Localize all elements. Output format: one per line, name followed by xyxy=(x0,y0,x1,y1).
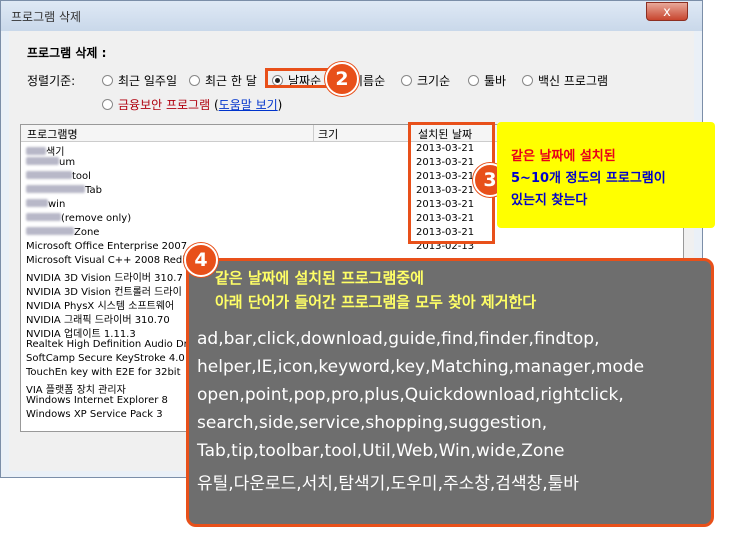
option-label: 최근 한 달 xyxy=(205,74,257,88)
redacted-name xyxy=(26,171,72,179)
program-name: tool xyxy=(72,171,91,182)
option-label: 최근 일주일 xyxy=(118,74,178,88)
table-row[interactable]: Microsoft Office Enterprise 2007 2013-02-… xyxy=(21,241,683,255)
callout-line-2-text: 5~10개 정도의 xyxy=(511,171,606,186)
help-link[interactable]: 도움말 보기 xyxy=(219,98,278,112)
option-label: 금융보안 프로그램 xyxy=(118,98,211,112)
table-row[interactable]: Zone 2013-03-21 xyxy=(21,227,683,241)
radio-icon xyxy=(102,99,113,110)
program-name: Zone xyxy=(74,227,100,238)
radio-icon xyxy=(468,75,479,86)
redacted-name xyxy=(26,185,85,193)
column-program-name[interactable]: 프로그램명 xyxy=(27,126,78,142)
redacted-name xyxy=(26,147,46,155)
callout-same-date: 같은 날짜에 설치된 5~10개 정도의 프로그램이 있는지 찾는다 xyxy=(497,122,715,228)
redacted-name xyxy=(26,227,74,235)
program-name-cell: Zone xyxy=(26,227,99,238)
program-name: (remove only) xyxy=(61,213,132,224)
redacted-name xyxy=(26,157,59,165)
radio-icon xyxy=(189,75,200,86)
program-name-cell: Realtek High Definition Audio Drive xyxy=(26,339,203,350)
callout-line-2: 5~10개 정도의 프로그램이 xyxy=(511,167,666,186)
program-name-cell: um xyxy=(26,157,75,168)
sort-option-antivirus[interactable]: 백신 프로그램 xyxy=(522,72,608,89)
close-button[interactable]: x xyxy=(646,2,688,21)
program-name-cell: TouchEn key with E2E for 32bit xyxy=(26,367,181,378)
keywords-line: search,side,service,shopping,suggestion, xyxy=(197,413,548,433)
program-name: Windows Internet Explorer 8 xyxy=(26,395,168,406)
program-name-cell: Tab xyxy=(26,185,102,196)
keywords-title-1: 같은 날짜에 설치된 프로그램중에 xyxy=(215,269,424,287)
program-name: Microsoft Office Enterprise 2007 xyxy=(26,241,188,252)
program-name-cell: NVIDIA PhysX 시스템 소프트웨어 xyxy=(26,297,174,312)
highlight-date-sort xyxy=(265,68,329,88)
program-name: Tab xyxy=(85,185,102,196)
keywords-line: open,point,pop,pro,plus,Quickdownload,ri… xyxy=(197,385,624,405)
keywords-line: Tab,tip,toolbar,tool,Util,Web,Win,wide,Z… xyxy=(197,441,565,461)
callout-keywords: 같은 날짜에 설치된 프로그램중에 아래 단어가 들어간 프로그램을 모두 찾아… xyxy=(186,258,714,527)
radio-icon xyxy=(102,75,113,86)
program-name-cell: VIA 플랫폼 장치 관리자 xyxy=(26,381,126,396)
program-name: Microsoft Visual C++ 2008 Redis xyxy=(26,255,191,266)
radio-icon xyxy=(522,75,533,86)
program-name-cell: Windows Internet Explorer 8 xyxy=(26,395,168,406)
redacted-name xyxy=(26,213,61,221)
program-name-cell: NVIDIA 3D Vision 드라이버 310.7 xyxy=(26,269,183,284)
column-divider[interactable] xyxy=(313,125,314,141)
program-name: Realtek High Definition Audio Drive xyxy=(26,339,203,350)
redacted-name xyxy=(26,199,48,207)
sort-option-by-size[interactable]: 크기순 xyxy=(401,72,450,89)
sort-label: 정렬기준: xyxy=(27,74,76,88)
help-paren-close: ) xyxy=(277,98,283,112)
option-label: 백신 프로그램 xyxy=(538,74,609,88)
step-badge-2: 2 xyxy=(325,62,359,96)
program-name: SoftCamp Secure KeyStroke 4.0 xyxy=(26,353,185,364)
radio-icon xyxy=(401,75,412,86)
program-name-cell: Microsoft Office Enterprise 2007 xyxy=(26,241,187,252)
program-name: Windows XP Service Pack 3 xyxy=(26,409,163,420)
program-name: TouchEn key with E2E for 32bit xyxy=(26,367,181,378)
sort-option-toolbar[interactable]: 툴바 xyxy=(468,72,506,89)
program-name-cell: NVIDIA 그래픽 드라이버 310.70 xyxy=(26,311,170,326)
program-name-cell: win xyxy=(26,199,65,210)
keywords-line: helper,IE,icon,keyword,key,Matching,mana… xyxy=(197,357,645,377)
window-title: 프로그램 삭제 xyxy=(11,10,82,24)
program-name-cell: 색기 xyxy=(26,143,64,158)
sort-option-recent-week[interactable]: 최근 일주일 xyxy=(102,72,177,89)
step-badge-4: 4 xyxy=(184,243,218,277)
option-label: 크기순 xyxy=(417,74,451,88)
callout-line-3: 있는지 찾는다 xyxy=(511,193,588,208)
program-name-cell: Windows XP Service Pack 3 xyxy=(26,409,163,420)
program-name-cell: (remove only) xyxy=(26,213,131,224)
callout-line-2-emphasis: 프로그램이 xyxy=(605,171,666,186)
section-heading: 프로그램 삭제 : xyxy=(27,46,107,60)
program-name: win xyxy=(48,199,66,210)
title-bar[interactable]: 프로그램 삭제 x xyxy=(1,1,702,31)
keywords-line: ad,bar,click,download,guide,find,finder,… xyxy=(197,329,600,349)
keywords-line: 유틸,다운로드,서치,탐색기,도우미,주소창,검색창,툴바 xyxy=(197,474,579,494)
program-name-cell: NVIDIA 3D Vision 컨트롤러 드라이 xyxy=(26,283,182,298)
keywords-title-2: 아래 단어가 들어간 프로그램을 모두 찾아 제거한다 xyxy=(215,293,537,311)
program-name-cell: NVIDIA 업데이트 1.11.3 xyxy=(26,325,136,340)
callout-line-1: 같은 날짜에 설치된 xyxy=(511,149,616,164)
sort-option-recent-month[interactable]: 최근 한 달 xyxy=(189,72,257,89)
program-name-cell: Microsoft Visual C++ 2008 Redis xyxy=(26,255,190,266)
program-name-cell: SoftCamp Secure KeyStroke 4.0 xyxy=(26,353,185,364)
program-name-cell: tool xyxy=(26,171,91,182)
sort-option-security[interactable]: 금융보안 프로그램 (도움말 보기) xyxy=(102,96,282,113)
option-label: 툴바 xyxy=(484,74,507,88)
column-size[interactable]: 크기 xyxy=(318,126,338,142)
program-name: um xyxy=(59,157,76,168)
